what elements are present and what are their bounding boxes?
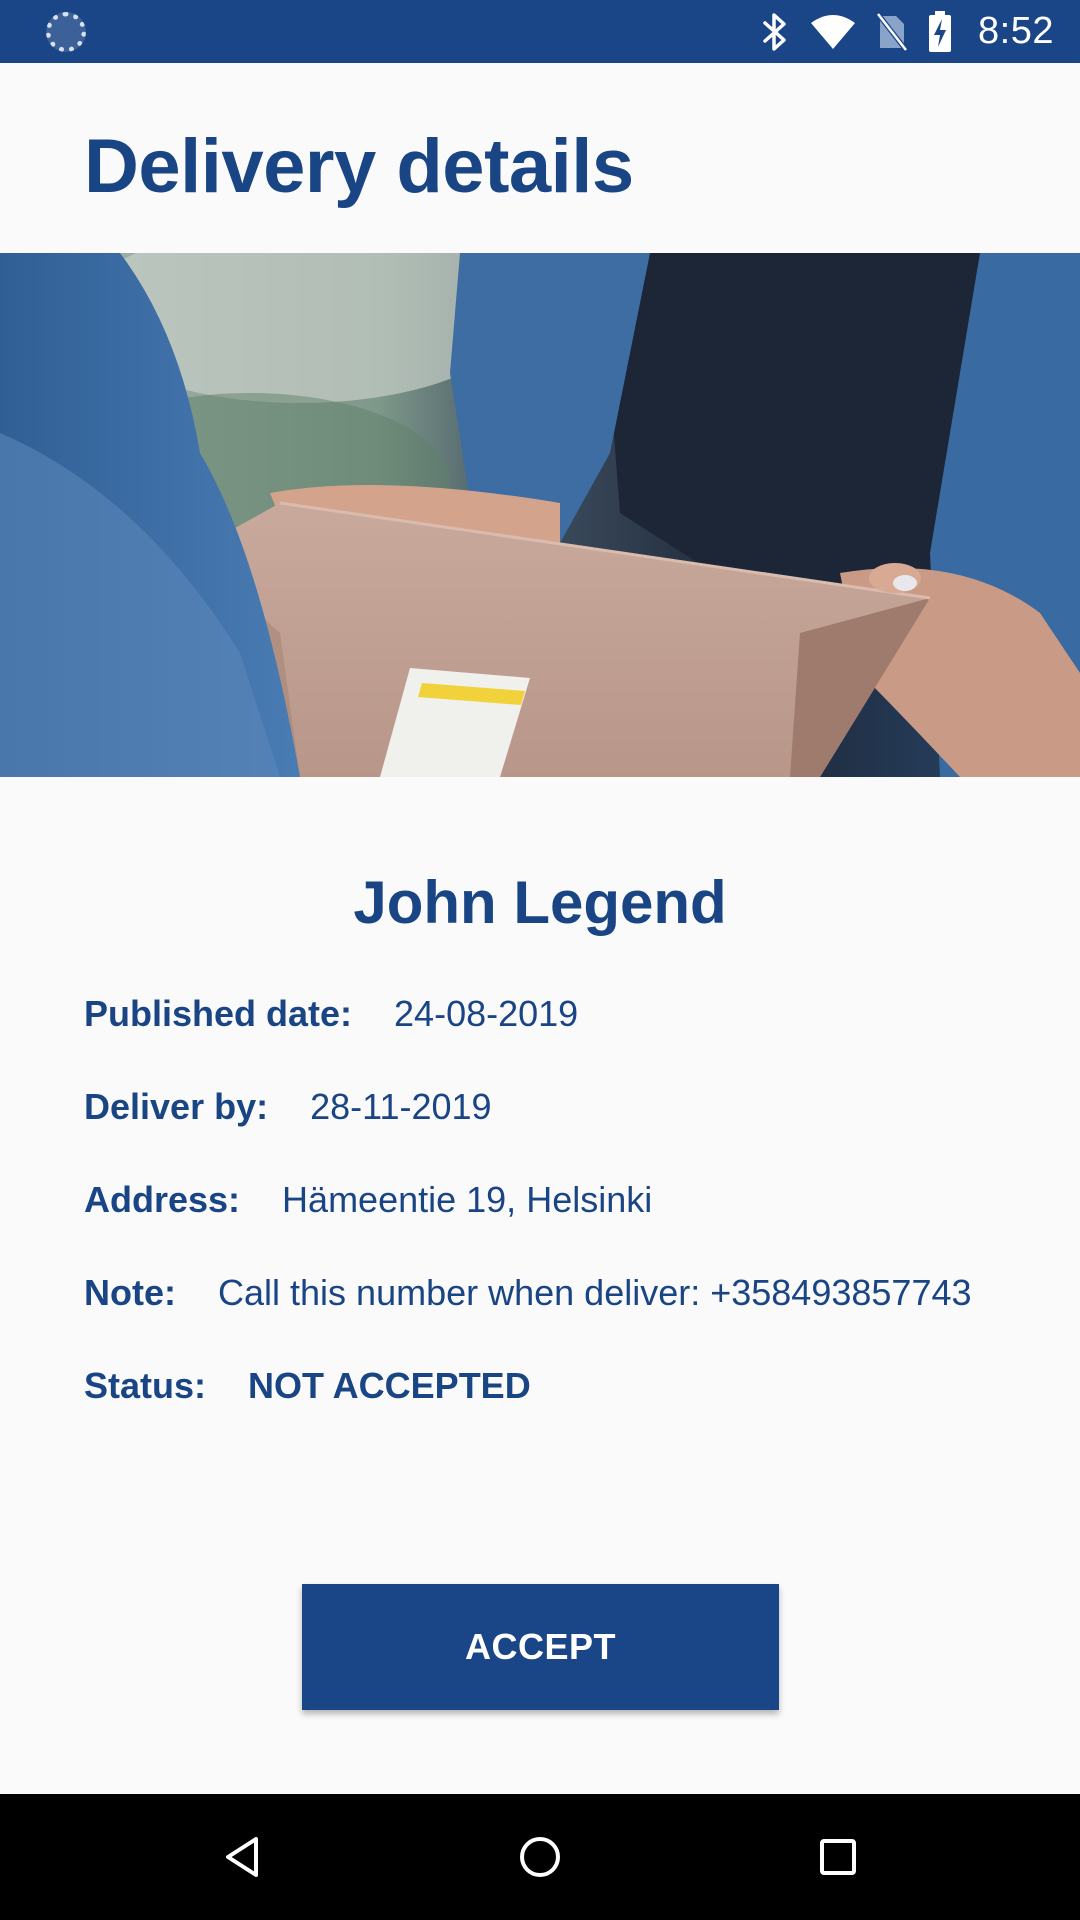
published-date-value: 24-08-2019 [394,993,579,1034]
wifi-icon [810,14,856,50]
recents-icon [820,1839,856,1875]
status-label: Status: [84,1365,207,1406]
recipient-name: John Legend [353,869,727,936]
published-date-label: Published date: [84,993,353,1034]
address-row: Address: Hämeentie 19, Helsinki [84,1179,652,1221]
note-row: Note: Call this number when deliver: +35… [84,1272,972,1314]
clock: 8:52 [978,10,1054,52]
note-label: Note: [84,1272,176,1313]
loading-icon [46,11,86,52]
recents-button[interactable] [758,1794,918,1920]
no-sim-icon [876,11,909,52]
back-button[interactable] [162,1794,322,1920]
note-value: Call this number when deliver: +35849385… [218,1272,972,1313]
navigation-bar [0,1794,1080,1920]
header: Delivery details [0,63,1080,253]
battery-charging-icon [928,10,952,53]
address-value: Hämeentie 19, Helsinki [282,1179,653,1220]
bluetooth-icon [760,12,790,52]
deliver-by-value: 28-11-2019 [310,1086,492,1127]
back-icon [226,1837,258,1877]
hero-image [0,253,1080,777]
address-label: Address: [84,1179,241,1220]
status-right: 8:52 [760,10,1054,53]
status-bar: 8:52 [0,0,1080,63]
published-date-row: Published date: 24-08-2019 [84,993,578,1035]
deliver-by-label: Deliver by: [84,1086,269,1127]
page-title: Delivery details [84,124,634,209]
home-icon [520,1837,560,1877]
accept-button[interactable]: ACCEPT [302,1584,779,1710]
status-row: Status: NOT ACCEPTED [84,1365,531,1407]
status-value: NOT ACCEPTED [248,1365,531,1406]
deliver-by-row: Deliver by: 28-11-2019 [84,1086,492,1128]
status-left [46,11,86,52]
home-button[interactable] [460,1794,620,1920]
